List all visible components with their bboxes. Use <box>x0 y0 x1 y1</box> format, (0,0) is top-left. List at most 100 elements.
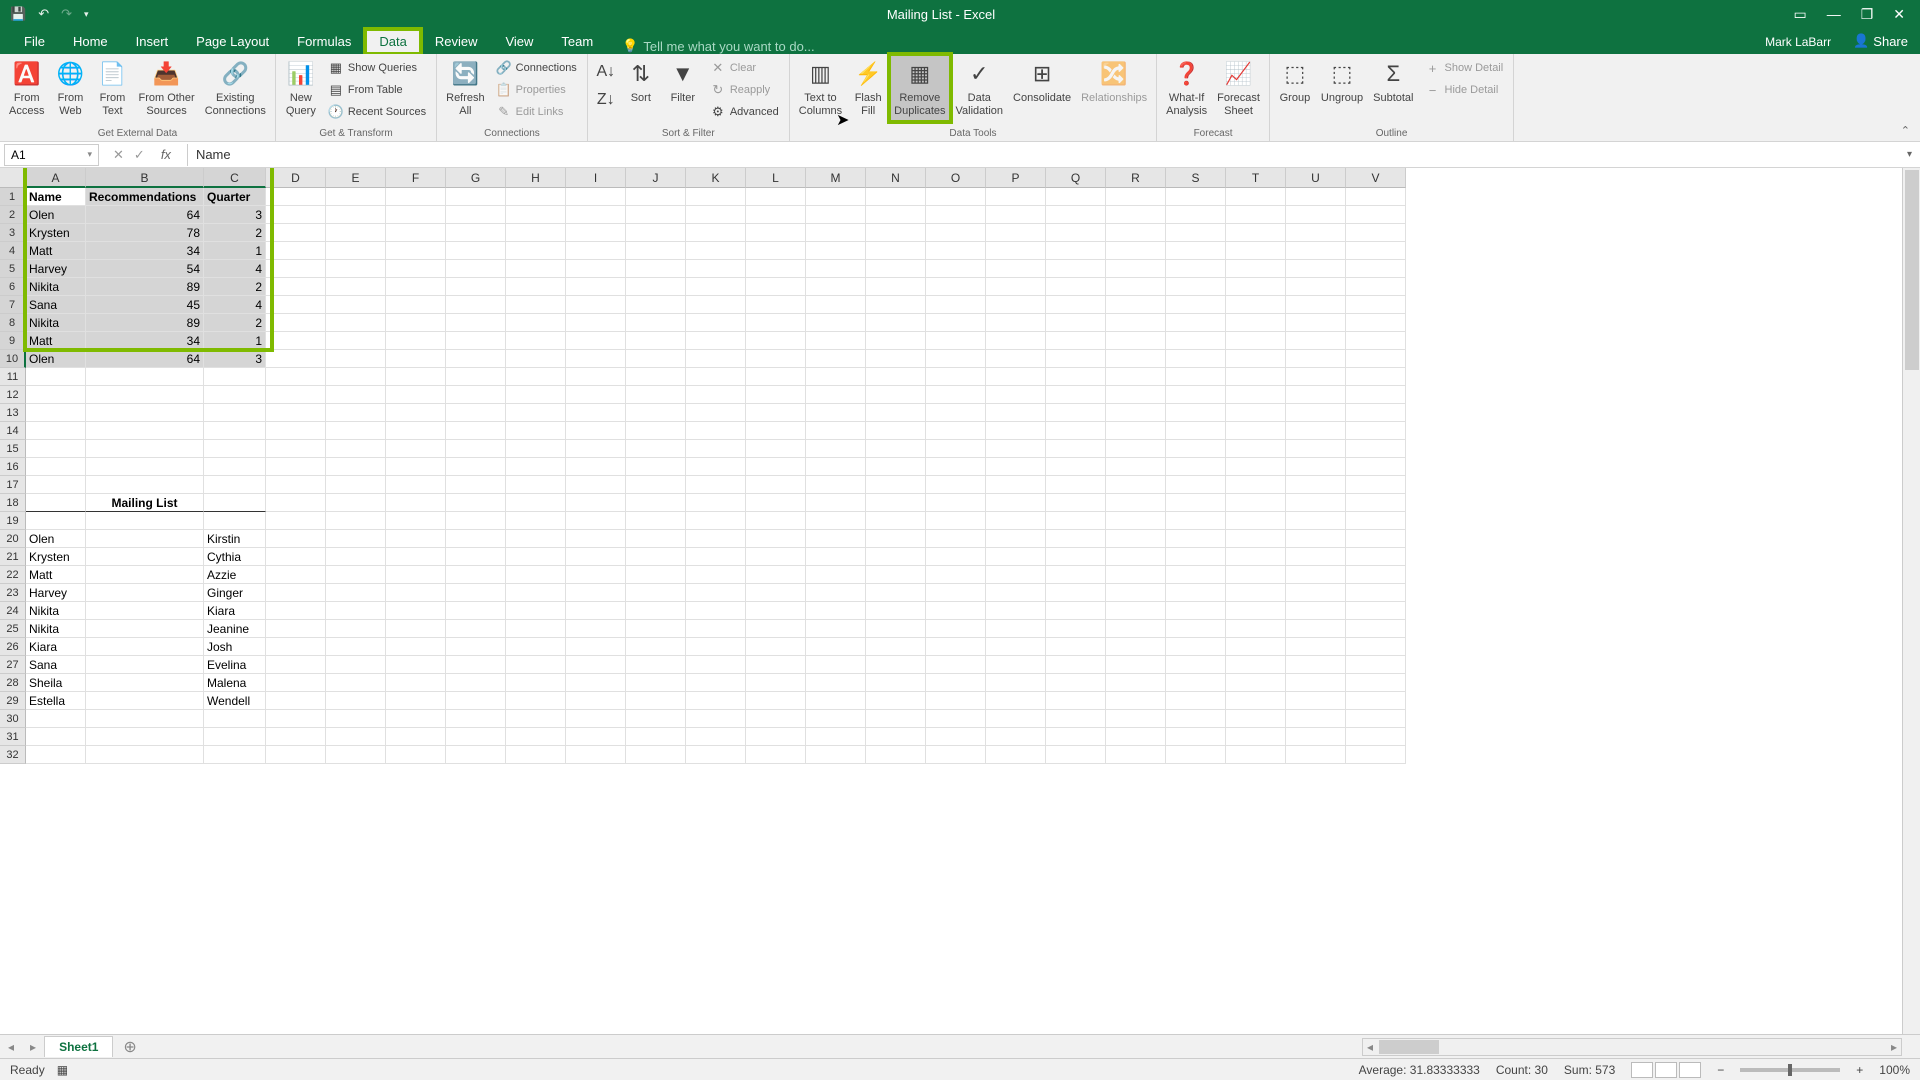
cell[interactable] <box>446 422 506 440</box>
cell[interactable] <box>866 566 926 584</box>
cell[interactable] <box>1106 494 1166 512</box>
zoom-slider[interactable] <box>1740 1068 1840 1072</box>
cell[interactable] <box>266 242 326 260</box>
cell[interactable] <box>566 512 626 530</box>
cell[interactable] <box>506 368 566 386</box>
cell[interactable] <box>1046 368 1106 386</box>
cell[interactable] <box>1106 512 1166 530</box>
row-header[interactable]: 29 <box>0 692 26 710</box>
column-header[interactable]: B <box>86 168 204 188</box>
cell[interactable] <box>266 422 326 440</box>
cell[interactable] <box>1046 422 1106 440</box>
cell[interactable] <box>26 422 86 440</box>
cell[interactable] <box>204 710 266 728</box>
cell[interactable] <box>926 638 986 656</box>
cell[interactable] <box>1286 602 1346 620</box>
cell[interactable] <box>86 692 204 710</box>
cell[interactable] <box>1166 242 1226 260</box>
cell[interactable]: Jeanine <box>204 620 266 638</box>
cell[interactable] <box>626 476 686 494</box>
column-header[interactable]: T <box>1226 168 1286 188</box>
cell[interactable] <box>446 296 506 314</box>
cell[interactable] <box>566 566 626 584</box>
cell[interactable] <box>926 260 986 278</box>
column-header[interactable]: O <box>926 168 986 188</box>
cell[interactable] <box>1166 674 1226 692</box>
cell[interactable] <box>806 602 866 620</box>
cell[interactable]: Recommendations <box>86 188 204 206</box>
cell[interactable] <box>1106 458 1166 476</box>
cell[interactable] <box>1286 350 1346 368</box>
cell[interactable] <box>1286 440 1346 458</box>
cell[interactable]: Kiara <box>204 602 266 620</box>
cell[interactable] <box>446 584 506 602</box>
cell[interactable] <box>266 710 326 728</box>
cell[interactable] <box>386 620 446 638</box>
cell[interactable] <box>626 656 686 674</box>
cell[interactable] <box>1106 332 1166 350</box>
clear-button[interactable]: ✕Clear <box>706 58 783 78</box>
cell[interactable] <box>266 188 326 206</box>
cell[interactable] <box>1106 386 1166 404</box>
cell[interactable] <box>1166 350 1226 368</box>
row-header[interactable]: 11 <box>0 368 26 386</box>
cell[interactable] <box>446 746 506 764</box>
sort-button[interactable]: ⇅Sort <box>622 56 660 107</box>
cell[interactable] <box>1346 476 1406 494</box>
cell[interactable] <box>446 674 506 692</box>
cell[interactable] <box>1106 440 1166 458</box>
close-icon[interactable]: ✕ <box>1893 6 1905 23</box>
cell[interactable] <box>926 278 986 296</box>
cell[interactable] <box>446 206 506 224</box>
cell[interactable] <box>386 386 446 404</box>
cell[interactable] <box>506 188 566 206</box>
cell[interactable] <box>866 224 926 242</box>
cell[interactable] <box>686 476 746 494</box>
cell[interactable] <box>866 638 926 656</box>
cell[interactable] <box>926 350 986 368</box>
cell[interactable] <box>566 206 626 224</box>
cell[interactable] <box>626 350 686 368</box>
cell[interactable] <box>806 188 866 206</box>
remove-duplicates-button[interactable]: ▦Remove Duplicates <box>891 56 948 120</box>
cell[interactable] <box>386 728 446 746</box>
cell[interactable] <box>26 512 86 530</box>
cell[interactable] <box>926 692 986 710</box>
row-header[interactable]: 27 <box>0 656 26 674</box>
cell[interactable] <box>1346 512 1406 530</box>
tab-page-layout[interactable]: Page Layout <box>182 29 283 54</box>
cell[interactable] <box>866 188 926 206</box>
cell[interactable] <box>1346 584 1406 602</box>
cell[interactable] <box>686 224 746 242</box>
cell[interactable] <box>626 728 686 746</box>
cell[interactable] <box>746 350 806 368</box>
cell[interactable] <box>746 278 806 296</box>
cell[interactable] <box>386 242 446 260</box>
cell[interactable] <box>386 332 446 350</box>
cell[interactable] <box>566 278 626 296</box>
edit-links-button[interactable]: ✎Edit Links <box>492 102 581 122</box>
cell[interactable] <box>204 746 266 764</box>
cell[interactable] <box>1046 224 1106 242</box>
cell[interactable] <box>1106 620 1166 638</box>
cell[interactable] <box>566 242 626 260</box>
cell[interactable] <box>866 422 926 440</box>
cell[interactable] <box>1346 422 1406 440</box>
cell[interactable] <box>326 512 386 530</box>
row-header[interactable]: 28 <box>0 674 26 692</box>
cell[interactable] <box>866 440 926 458</box>
recent-sources-button[interactable]: 🕐Recent Sources <box>324 102 430 122</box>
cell[interactable] <box>686 620 746 638</box>
cell[interactable] <box>446 476 506 494</box>
cell[interactable] <box>986 332 1046 350</box>
cell[interactable] <box>1226 494 1286 512</box>
from-other-button[interactable]: 📥From Other Sources <box>135 56 197 120</box>
cell[interactable] <box>386 206 446 224</box>
row-header[interactable]: 22 <box>0 566 26 584</box>
row-header[interactable]: 23 <box>0 584 26 602</box>
cell[interactable]: Matt <box>26 332 86 350</box>
column-header[interactable]: D <box>266 168 326 188</box>
consolidate-button[interactable]: ⊞Consolidate <box>1010 56 1074 107</box>
cell[interactable] <box>204 494 266 512</box>
cell[interactable] <box>566 188 626 206</box>
